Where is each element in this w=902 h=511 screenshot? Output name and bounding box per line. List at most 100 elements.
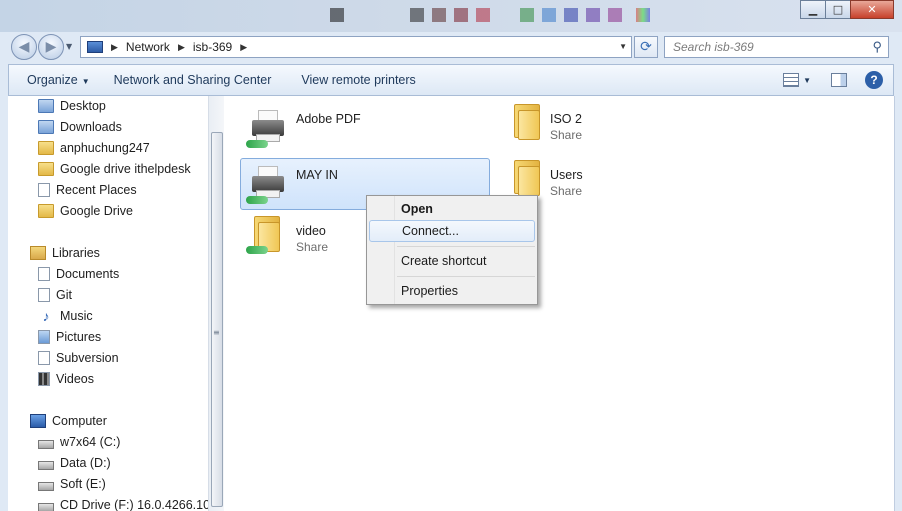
printer-icon — [246, 106, 290, 150]
context-menu-connect[interactable]: Connect... — [369, 220, 535, 242]
sidebar-item-label: Recent Places — [56, 183, 137, 197]
item-name: ISO 2 — [550, 112, 582, 126]
forward-arrow-icon: ▶ — [45, 39, 57, 55]
breadcrumb-network[interactable]: Network — [126, 40, 170, 54]
sidebar-item-label: Libraries — [52, 246, 100, 260]
sidebar-item-recent-places[interactable]: Recent Places — [38, 180, 137, 200]
sidebar-item-label: anphuchung247 — [60, 141, 150, 155]
breadcrumb-arrow-icon[interactable]: ▶ — [240, 42, 247, 53]
sidebar-item-subversion[interactable]: Subversion — [38, 348, 119, 368]
sidebar-item-videos[interactable]: Videos — [38, 369, 94, 389]
minimize-button[interactable]: ▁ — [800, 0, 826, 19]
background-swatch — [608, 8, 622, 22]
item-name: video — [296, 224, 326, 238]
scrollbar-grip-icon: ≡ — [213, 328, 220, 337]
search-placeholder: Search isb-369 — [673, 40, 754, 54]
address-bar[interactable]: ▶ Network ▶ isb-369 ▶ ▼ — [80, 36, 632, 58]
context-menu-open[interactable]: Open — [369, 198, 535, 220]
sidebar-item-desktop[interactable]: Desktop — [38, 96, 106, 116]
breadcrumb-arrow-icon[interactable]: ▶ — [178, 42, 185, 53]
item-video[interactable]: video Share — [246, 212, 328, 262]
navigation-scrollbar[interactable]: ≡ — [208, 96, 224, 511]
title-background — [0, 0, 902, 32]
background-swatch — [564, 8, 578, 22]
back-button[interactable]: ◀ — [11, 34, 37, 60]
recent-pages-dropdown[interactable]: ▼ — [66, 42, 72, 51]
git-library-icon — [38, 288, 50, 302]
breadcrumb-arrow-icon[interactable]: ▶ — [111, 42, 118, 53]
item-type: Share — [550, 184, 583, 198]
background-swatch — [476, 8, 490, 22]
sidebar-item-documents[interactable]: Documents — [38, 264, 119, 284]
pane-splitter[interactable] — [894, 96, 902, 511]
sidebar-item-label: Pictures — [56, 330, 102, 344]
downloads-icon — [38, 120, 54, 134]
sidebar-item-label: Music — [60, 309, 93, 323]
sidebar-item-pictures[interactable]: Pictures — [38, 327, 101, 347]
context-menu-properties[interactable]: Properties — [369, 280, 535, 302]
organize-label: Organize — [27, 73, 78, 87]
sidebar-item-label: Desktop — [60, 99, 106, 113]
address-dropdown-icon[interactable]: ▼ — [619, 42, 627, 51]
recent-places-icon — [38, 183, 50, 197]
context-menu: Open Connect... Create shortcut Properti… — [366, 195, 538, 305]
background-swatch — [542, 8, 556, 22]
view-dropdown-icon[interactable]: ▼ — [803, 76, 811, 85]
music-icon: ♪ — [42, 308, 50, 324]
sidebar-item-label: Soft (E:) — [60, 477, 106, 491]
title-bar: ▁ □ ✕ — [0, 0, 902, 32]
item-iso-2[interactable]: ISO 2 Share — [500, 100, 582, 150]
breadcrumb-isb-369[interactable]: isb-369 — [193, 40, 232, 54]
sidebar-item-drive-d[interactable]: Data (D:) — [38, 453, 111, 473]
network-sharing-button[interactable]: Network and Sharing Center — [114, 73, 272, 87]
command-bar: Organize ▼ Network and Sharing Center Vie… — [8, 64, 894, 96]
share-folder-icon — [246, 212, 290, 256]
refresh-button[interactable]: ⟳ — [634, 36, 658, 58]
drive-icon — [38, 460, 54, 470]
toolbar-right: ▼ ? — [775, 71, 883, 89]
forward-button[interactable]: ▶ — [38, 34, 64, 60]
background-swatch — [330, 8, 344, 22]
scrollbar-thumb[interactable] — [211, 132, 223, 507]
folder-icon — [38, 204, 54, 218]
sidebar-item-label: Documents — [56, 267, 120, 281]
close-button[interactable]: ✕ — [850, 0, 894, 19]
drive-icon — [38, 481, 54, 491]
network-icon — [87, 41, 103, 53]
share-folder-icon — [500, 100, 544, 144]
sidebar-item-label: Data (D:) — [60, 456, 111, 470]
navigation-bar: ◀ ▶ ▼ ▶ Network ▶ isb-369 ▶ ▼ ⟳ Search i… — [0, 32, 902, 62]
sidebar-item-drive-c[interactable]: w7x64 (C:) — [38, 432, 120, 452]
back-arrow-icon: ◀ — [18, 39, 30, 55]
view-remote-printers-button[interactable]: View remote printers — [301, 73, 415, 87]
folder-icon — [38, 162, 54, 176]
item-type: Share — [550, 128, 583, 142]
context-menu-create-shortcut[interactable]: Create shortcut — [369, 250, 535, 272]
sidebar-item-label: Subversion — [56, 351, 119, 365]
sidebar-item-music[interactable]: ♪ Music — [38, 306, 93, 326]
item-name: Users — [550, 168, 583, 182]
sidebar-item-downloads[interactable]: Downloads — [38, 117, 122, 137]
libraries-icon — [30, 246, 46, 260]
item-adobe-pdf[interactable]: Adobe PDF — [246, 106, 361, 156]
sidebar-item-libraries[interactable]: Libraries — [30, 243, 100, 263]
preview-pane-icon[interactable] — [831, 73, 847, 87]
item-may-in[interactable]: MAY IN — [246, 162, 338, 212]
help-icon[interactable]: ? — [865, 71, 883, 89]
sidebar-item-drive-f[interactable]: CD Drive (F:) 16.0.4266.1001 — [38, 495, 208, 511]
item-name: MAY IN — [296, 168, 338, 182]
sidebar-item-google-drive-ithelpdesk[interactable]: Google drive ithelpdesk — [38, 159, 191, 179]
navigation-pane: Desktop Downloads anphuchung247 Google d… — [8, 96, 208, 511]
sidebar-item-drive-e[interactable]: Soft (E:) — [38, 474, 106, 494]
sidebar-item-git[interactable]: Git — [38, 285, 72, 305]
sidebar-item-google-drive[interactable]: Google Drive — [38, 201, 133, 221]
sidebar-item-anphuchung247[interactable]: anphuchung247 — [38, 138, 150, 158]
sidebar-item-computer[interactable]: Computer — [30, 411, 107, 431]
organize-button[interactable]: Organize ▼ — [27, 73, 90, 87]
background-swatch — [636, 8, 650, 22]
search-icon[interactable]: ⚲ — [872, 39, 882, 55]
search-input[interactable]: Search isb-369 ⚲ — [664, 36, 889, 58]
subversion-library-icon — [38, 351, 50, 365]
change-view-icon[interactable] — [783, 73, 800, 87]
maximize-button[interactable]: □ — [825, 0, 851, 19]
